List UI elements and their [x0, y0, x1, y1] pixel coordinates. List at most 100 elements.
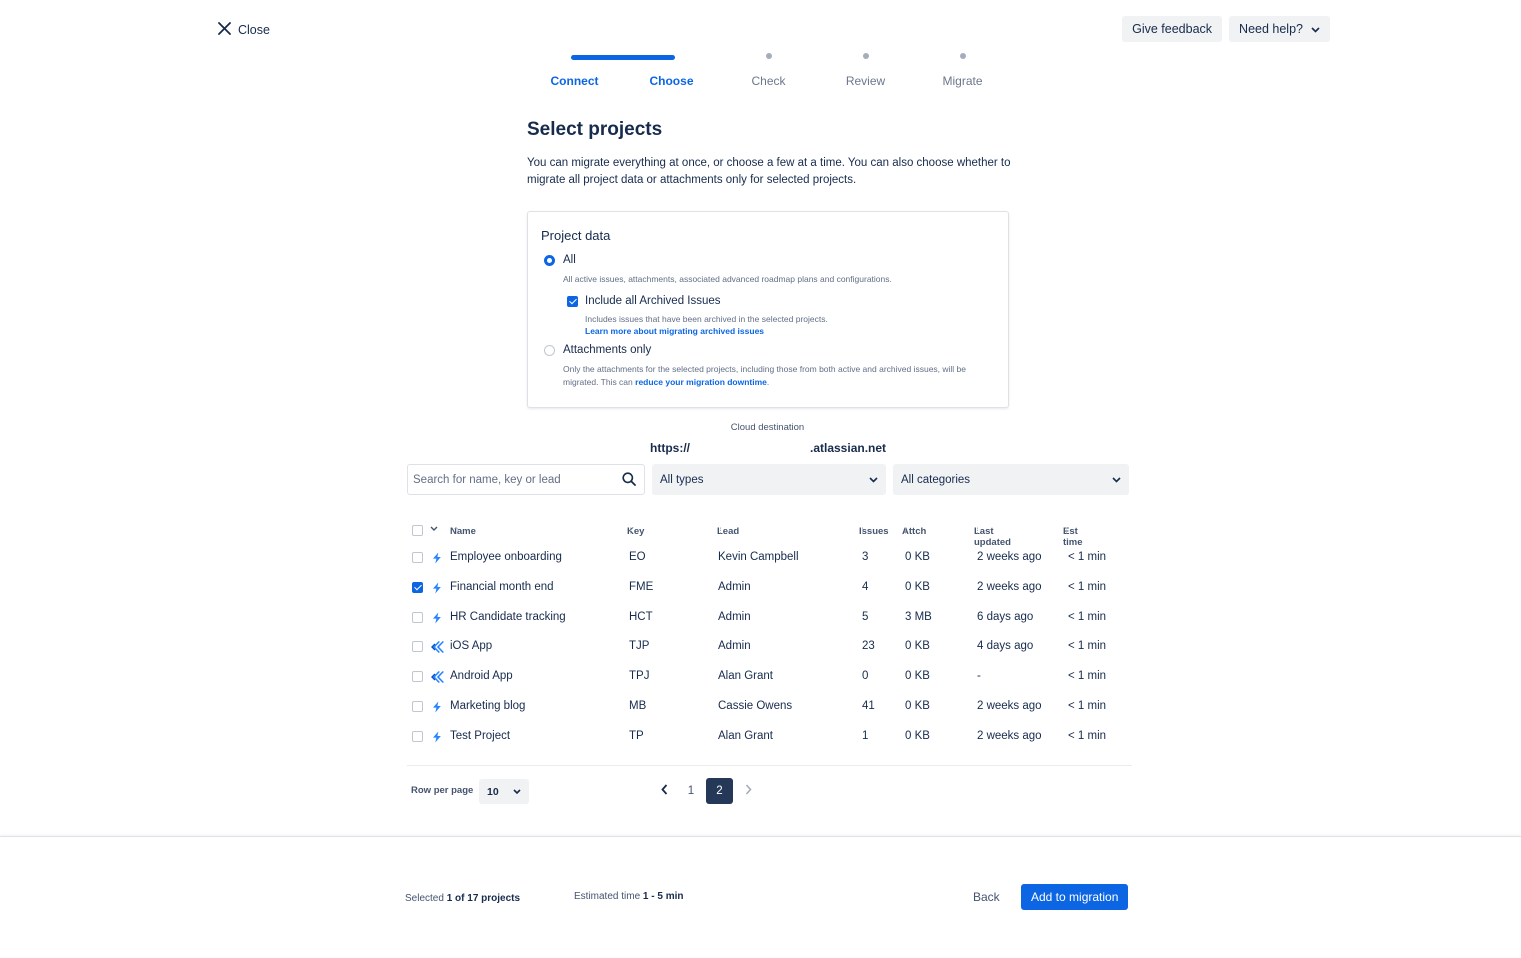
rows-per-page-value: 10 [487, 785, 499, 798]
cell-key: EO [629, 551, 646, 563]
lightning-icon [431, 612, 443, 624]
table-row[interactable]: iOS App TJP Admin 23 0 KB 4 days ago < 1 min [407, 632, 1132, 662]
cell-last-updated: 2 weeks ago [977, 729, 1042, 742]
give-feedback-button[interactable]: Give feedback [1122, 16, 1223, 42]
cloud-url-suffix: .atlassian.net [810, 441, 887, 455]
cell-key: TPJ [629, 670, 650, 683]
chevron-down-icon [869, 474, 878, 486]
row-checkbox[interactable] [412, 701, 423, 712]
cell-attch: 0 KB [905, 551, 930, 563]
table-divider [407, 765, 1132, 766]
step-label: Check [751, 74, 786, 88]
row-checkbox[interactable] [412, 611, 423, 623]
cell-last-updated: - [977, 670, 981, 683]
radio-all-label: All [563, 254, 576, 266]
cell-attch: 3 MB [905, 610, 932, 623]
cell-issues: 1 [862, 729, 869, 742]
stepper: Connect Choose Check Review Migrate [526, 52, 1011, 88]
row-checkbox[interactable] [412, 730, 423, 742]
archived-label: Include all Archived Issues [585, 295, 721, 307]
categories-select[interactable]: All categories [893, 464, 1129, 495]
close-button[interactable]: Close [218, 20, 270, 39]
page-button-1[interactable]: 1 [679, 778, 703, 804]
cell-name[interactable]: HR Candidate tracking [450, 611, 566, 623]
table-row[interactable]: Marketing blog MB Cassie Owens 41 0 KB 2 week… [407, 692, 1132, 722]
cell-issues: 4 [862, 580, 869, 593]
cell-name[interactable]: Financial month end [450, 581, 554, 593]
cell-est-time: < 1 min [1068, 610, 1107, 623]
select-all-checkbox[interactable] [412, 525, 423, 536]
cell-last-updated: 2 weeks ago [977, 551, 1042, 563]
step-review: Review [817, 52, 914, 88]
give-feedback-label: Give feedback [1132, 22, 1213, 36]
cell-est-time: < 1 min [1068, 640, 1107, 653]
search-icon[interactable] [622, 472, 636, 491]
cell-name[interactable]: Test Project [450, 730, 510, 742]
cell-last-updated: 2 weeks ago [977, 700, 1042, 712]
search-input[interactable] [413, 473, 613, 486]
rows-per-page-select[interactable]: 10 [479, 779, 529, 804]
table-row[interactable]: HR Candidate tracking HCT Admin 5 3 MB 6 days… [407, 603, 1132, 633]
cell-lead: Admin [718, 610, 751, 623]
types-select[interactable]: All types [652, 464, 886, 495]
sort-icon: ⁝ [629, 526, 633, 537]
step-label: Choose [649, 74, 694, 88]
cell-name[interactable]: iOS App [450, 640, 492, 652]
selected-prefix: Selected [405, 893, 444, 904]
step-dot [959, 52, 966, 59]
back-button[interactable]: Back [964, 884, 1009, 910]
chevron-right-icon [745, 784, 752, 798]
table-row[interactable]: Android App TPJ Alan Grant 0 0 KB - < 1 min [407, 662, 1132, 692]
table-row[interactable]: Employee onboarding EO Kevin Campbell 3 0 KB… [407, 543, 1132, 573]
chevron-down-icon [513, 786, 521, 798]
radio-all[interactable] [544, 255, 555, 266]
next-page-button[interactable] [736, 778, 760, 804]
cell-key: TJP [629, 640, 650, 653]
need-help-label: Need help? [1239, 22, 1303, 36]
sort-icon: ⌃ [452, 526, 460, 537]
cell-est-time: < 1 min [1068, 729, 1107, 742]
sort-icon: ⁝ [861, 526, 865, 537]
cell-issues: 0 [862, 670, 869, 683]
reduce-downtime-link[interactable]: reduce your migration downtime [635, 377, 767, 387]
cell-last-updated: 4 days ago [977, 640, 1034, 653]
cell-issues: 5 [862, 610, 869, 623]
page-button-2[interactable]: 2 [706, 778, 733, 804]
row-checkbox[interactable] [412, 671, 423, 683]
previous-page-button[interactable] [652, 778, 676, 804]
cloud-destination-label: Cloud destination [730, 422, 805, 433]
row-checkbox[interactable] [412, 552, 423, 563]
cell-name[interactable]: Android App [450, 670, 513, 682]
lightning-icon [431, 582, 443, 594]
archived-learn-more-link[interactable]: Learn more about migrating archived issu… [585, 325, 764, 338]
chevron-down-icon[interactable] [430, 524, 438, 535]
row-checkbox[interactable] [412, 641, 423, 653]
cell-issues: 41 [862, 700, 875, 712]
archived-help: Includes issues that have been archived … [585, 314, 828, 324]
step-connect: Connect [526, 52, 623, 88]
archived-checkbox[interactable] [567, 296, 578, 307]
table-row[interactable]: Financial month end FME Admin 4 0 KB 2 weeks … [407, 573, 1132, 603]
need-help-button[interactable]: Need help? [1229, 16, 1330, 42]
cell-name[interactable]: Marketing blog [450, 700, 525, 712]
cell-lead: Cassie Owens [718, 700, 793, 712]
cell-est-time: < 1 min [1068, 551, 1107, 563]
table-header: Name ⌃ Key ⁝ Lead ⁝ Issues ⁝ Attch ⁝ Last upd… [407, 524, 1132, 548]
add-to-migration-button[interactable]: Add to migration [1021, 884, 1129, 910]
cell-lead: Admin [718, 580, 751, 593]
estimated-prefix: Estimated time [574, 891, 641, 902]
lightning-icon [431, 731, 443, 743]
cell-name[interactable]: Employee onboarding [450, 551, 562, 563]
radio-attachments-only[interactable] [544, 345, 555, 356]
categories-select-value: All categories [901, 473, 971, 486]
cell-est-time: < 1 min [1068, 580, 1107, 593]
cell-attch: 0 KB [905, 729, 930, 742]
radio-attachments-help: Only the attachments for the selected pr… [563, 363, 995, 388]
cell-key: TP [629, 729, 644, 742]
cell-lead: Admin [718, 640, 751, 653]
page-description: You can migrate everything at once, or c… [527, 157, 1011, 186]
row-checkbox[interactable] [412, 581, 423, 593]
table-row[interactable]: Test Project TP Alan Grant 1 0 KB 2 weeks ago… [407, 722, 1132, 752]
software-icon [431, 641, 444, 654]
step-choose: Choose [623, 52, 720, 88]
